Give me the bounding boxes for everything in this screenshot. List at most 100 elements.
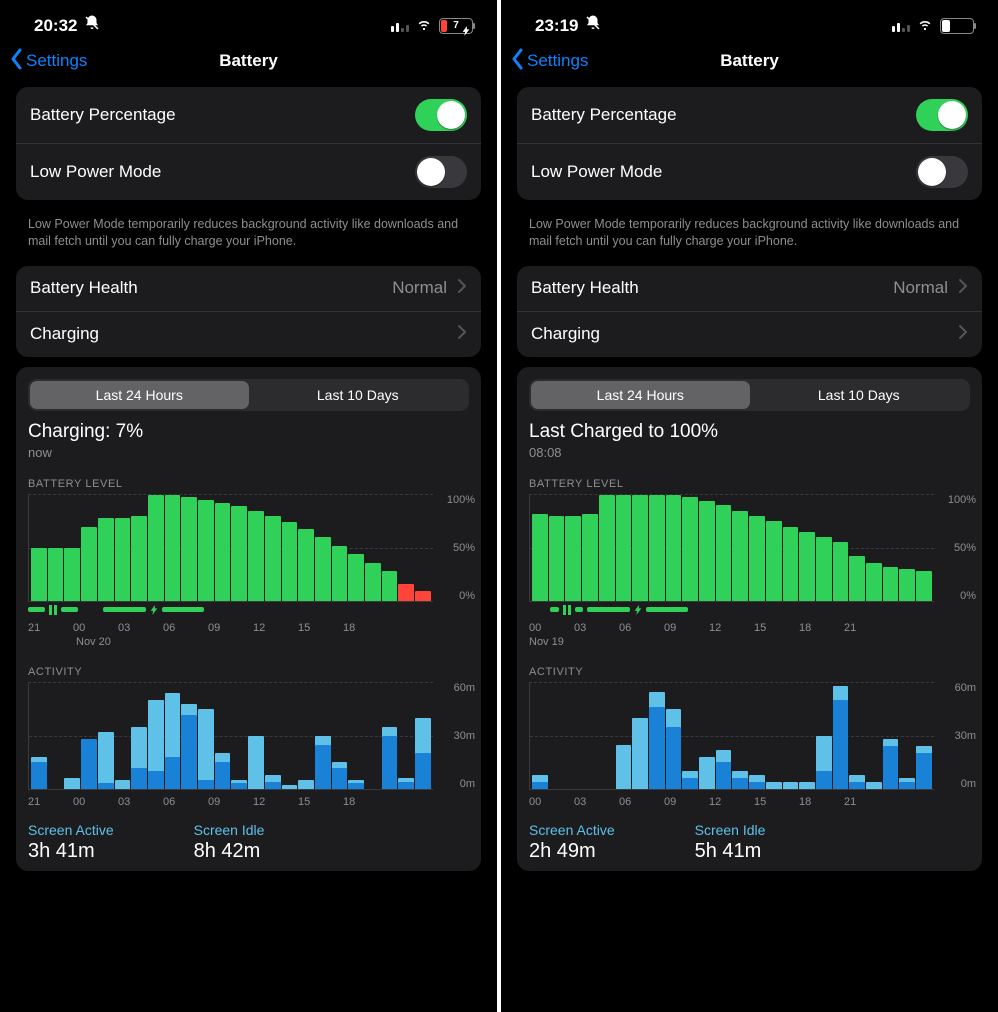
clock: 20:32 xyxy=(34,16,77,36)
status-bar: 23:19 27 xyxy=(501,0,998,43)
battery-bar xyxy=(766,521,782,601)
battery-level-title: BATTERY LEVEL xyxy=(16,460,481,494)
battery-bar xyxy=(165,495,181,601)
activity-bar xyxy=(599,683,615,789)
clock: 23:19 xyxy=(535,16,578,36)
back-button[interactable]: Settings xyxy=(10,48,87,75)
charge-summary-sub: 08:08 xyxy=(529,445,970,460)
battery-bar xyxy=(716,505,732,600)
battery-bar xyxy=(348,554,364,601)
chevron-right-icon xyxy=(958,278,968,299)
y-tick: 30m xyxy=(437,730,475,742)
activity-bar xyxy=(766,683,782,789)
battery-bar xyxy=(732,511,748,601)
battery-bar xyxy=(98,518,114,601)
activity-bar xyxy=(31,683,47,789)
battery-bar xyxy=(181,497,197,601)
segment-last-24h[interactable]: Last 24 Hours xyxy=(531,381,750,409)
activity-bar xyxy=(565,683,581,789)
battery-bar xyxy=(532,514,548,601)
activity-bar xyxy=(198,683,214,789)
low-power-mode-toggle[interactable] xyxy=(415,156,467,188)
phone-pane: 23:1927SettingsBatteryBattery Percentage… xyxy=(501,0,998,1012)
screen-active-value: 2h 49m xyxy=(529,840,615,863)
screen-idle-label: Screen Idle xyxy=(695,822,766,838)
low-power-mode-label: Low Power Mode xyxy=(531,162,662,182)
pause-icon xyxy=(563,605,571,615)
battery-percentage-row[interactable]: Battery Percentage xyxy=(517,87,982,143)
battery-bar xyxy=(599,495,615,601)
battery-health-row[interactable]: Battery HealthNormal xyxy=(517,266,982,311)
wifi-icon xyxy=(916,14,934,37)
battery-x-axis: 2100030609121518 xyxy=(28,622,433,634)
battery-bar xyxy=(699,501,715,601)
battery-bar xyxy=(332,546,348,601)
low-power-mode-row[interactable]: Low Power Mode xyxy=(16,143,481,200)
activity-bar xyxy=(332,683,348,789)
activity-bar xyxy=(48,683,64,789)
activity-bar xyxy=(315,683,331,789)
activity-bar xyxy=(115,683,131,789)
activity-bar xyxy=(165,683,181,789)
battery-status-icon: 27 xyxy=(940,18,974,34)
activity-bar xyxy=(181,683,197,789)
y-tick: 60m xyxy=(938,682,976,694)
bolt-icon xyxy=(150,605,158,615)
battery-health-label: Battery Health xyxy=(30,278,138,298)
segment-last-24h[interactable]: Last 24 Hours xyxy=(30,381,249,409)
segment-last-10d[interactable]: Last 10 Days xyxy=(249,381,468,409)
activity-bar xyxy=(265,683,281,789)
battery-percentage-toggle[interactable] xyxy=(916,99,968,131)
activity-bar xyxy=(532,683,548,789)
low-power-mode-row[interactable]: Low Power Mode xyxy=(517,143,982,200)
battery-bar xyxy=(799,532,815,601)
battery-percentage-toggle[interactable] xyxy=(415,99,467,131)
dual-sim-signal-icon xyxy=(892,20,910,32)
activity-chart: 60m30m0m xyxy=(529,682,976,790)
time-range-segment[interactable]: Last 24 HoursLast 10 Days xyxy=(28,379,469,411)
battery-bar xyxy=(549,516,565,601)
charging-row[interactable]: Charging xyxy=(517,311,982,357)
activity-bar xyxy=(282,683,298,789)
activity-title: ACTIVITY xyxy=(16,648,481,682)
battery-x-axis: 0003060912151821 xyxy=(529,622,934,634)
battery-bar xyxy=(231,506,247,600)
time-range-segment[interactable]: Last 24 HoursLast 10 Days xyxy=(529,379,970,411)
activity-bar xyxy=(148,683,164,789)
segment-last-10d[interactable]: Last 10 Days xyxy=(750,381,969,409)
low-power-mode-toggle[interactable] xyxy=(916,156,968,188)
activity-bar xyxy=(899,683,915,789)
charging-row[interactable]: Charging xyxy=(16,311,481,357)
activity-bar xyxy=(666,683,682,789)
battery-percentage-row[interactable]: Battery Percentage xyxy=(16,87,481,143)
toggles-group: Battery Percentage Low Power Mode xyxy=(517,87,982,200)
activity-chart: 60m30m0m xyxy=(28,682,475,790)
battery-health-row[interactable]: Battery HealthNormal xyxy=(16,266,481,311)
back-label: Settings xyxy=(26,51,87,71)
battery-bar xyxy=(883,567,899,601)
y-tick: 100% xyxy=(938,494,976,506)
battery-bar xyxy=(81,527,97,601)
chevron-right-icon xyxy=(457,278,467,299)
low-power-mode-note: Low Power Mode temporarily reduces backg… xyxy=(0,210,497,266)
charging-label: Charging xyxy=(531,324,600,344)
wifi-icon xyxy=(415,14,433,37)
back-button[interactable]: Settings xyxy=(511,48,588,75)
battery-bar xyxy=(198,500,214,601)
activity-bar xyxy=(231,683,247,789)
activity-bar xyxy=(699,683,715,789)
activity-bar xyxy=(649,683,665,789)
battery-bar xyxy=(148,495,164,601)
battery-bar xyxy=(265,516,281,601)
battery-bar xyxy=(365,563,381,601)
chevron-right-icon xyxy=(958,324,968,345)
activity-bar xyxy=(632,683,648,789)
battery-bar xyxy=(783,527,799,601)
battery-bar xyxy=(115,518,131,601)
battery-bar xyxy=(866,563,882,601)
activity-bar xyxy=(716,683,732,789)
chevron-right-icon xyxy=(457,324,467,345)
activity-bar xyxy=(382,683,398,789)
battery-pct-text: 27 xyxy=(941,19,973,33)
battery-bar xyxy=(916,571,932,601)
